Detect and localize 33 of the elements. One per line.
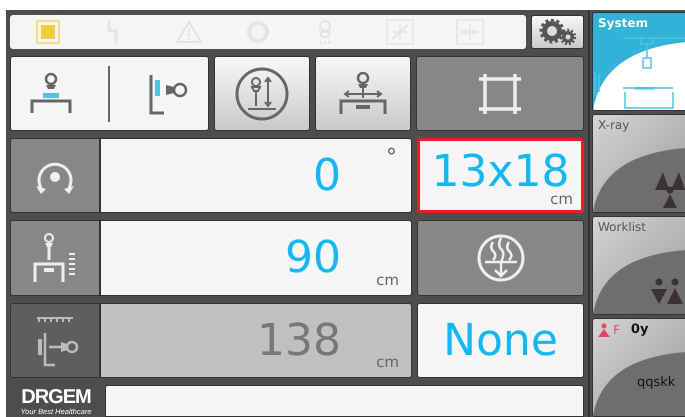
patient-name: qqskk: [637, 375, 676, 390]
xray-tab[interactable]: X-ray: [592, 114, 685, 213]
grid-value: None: [443, 318, 558, 362]
readout-value: 90: [285, 236, 341, 280]
unit-label: cm: [376, 271, 399, 289]
vertical-move-button[interactable]: [214, 56, 310, 131]
tab-label: X-ray: [598, 118, 630, 132]
system-tab[interactable]: System: [592, 12, 685, 111]
patient-tab[interactable]: F 0y qqskk: [592, 318, 685, 417]
grid-icon: [474, 232, 526, 284]
grid-button[interactable]: [417, 220, 584, 296]
field-size-button[interactable]: [416, 56, 584, 131]
tab-label: System: [598, 16, 648, 30]
height-scale-icon: [33, 232, 77, 284]
horizontal-move-button[interactable]: [315, 56, 411, 131]
vertical-move-icon: [234, 66, 290, 122]
rotation-button[interactable]: [10, 138, 100, 213]
mode-toggle[interactable]: [10, 56, 209, 131]
settings-button[interactable]: [531, 15, 584, 49]
readout-value: 0: [313, 154, 341, 198]
tab-label: Worklist: [598, 220, 646, 234]
patient-age: 0y: [630, 322, 648, 337]
height-button[interactable]: [10, 220, 100, 296]
unit-label: cm: [376, 353, 399, 371]
gear-icon: [538, 19, 578, 45]
patient-sex: F: [613, 322, 620, 336]
female-patient-icon: [598, 322, 610, 336]
horizontal-move-icon: [338, 72, 388, 116]
logo-wordmark: DRGEM: [21, 387, 91, 407]
worklist-tab[interactable]: Worklist: [592, 216, 685, 315]
readout-value: 138: [257, 318, 341, 362]
unit-label: °: [386, 145, 397, 170]
distance-button[interactable]: [10, 303, 100, 378]
